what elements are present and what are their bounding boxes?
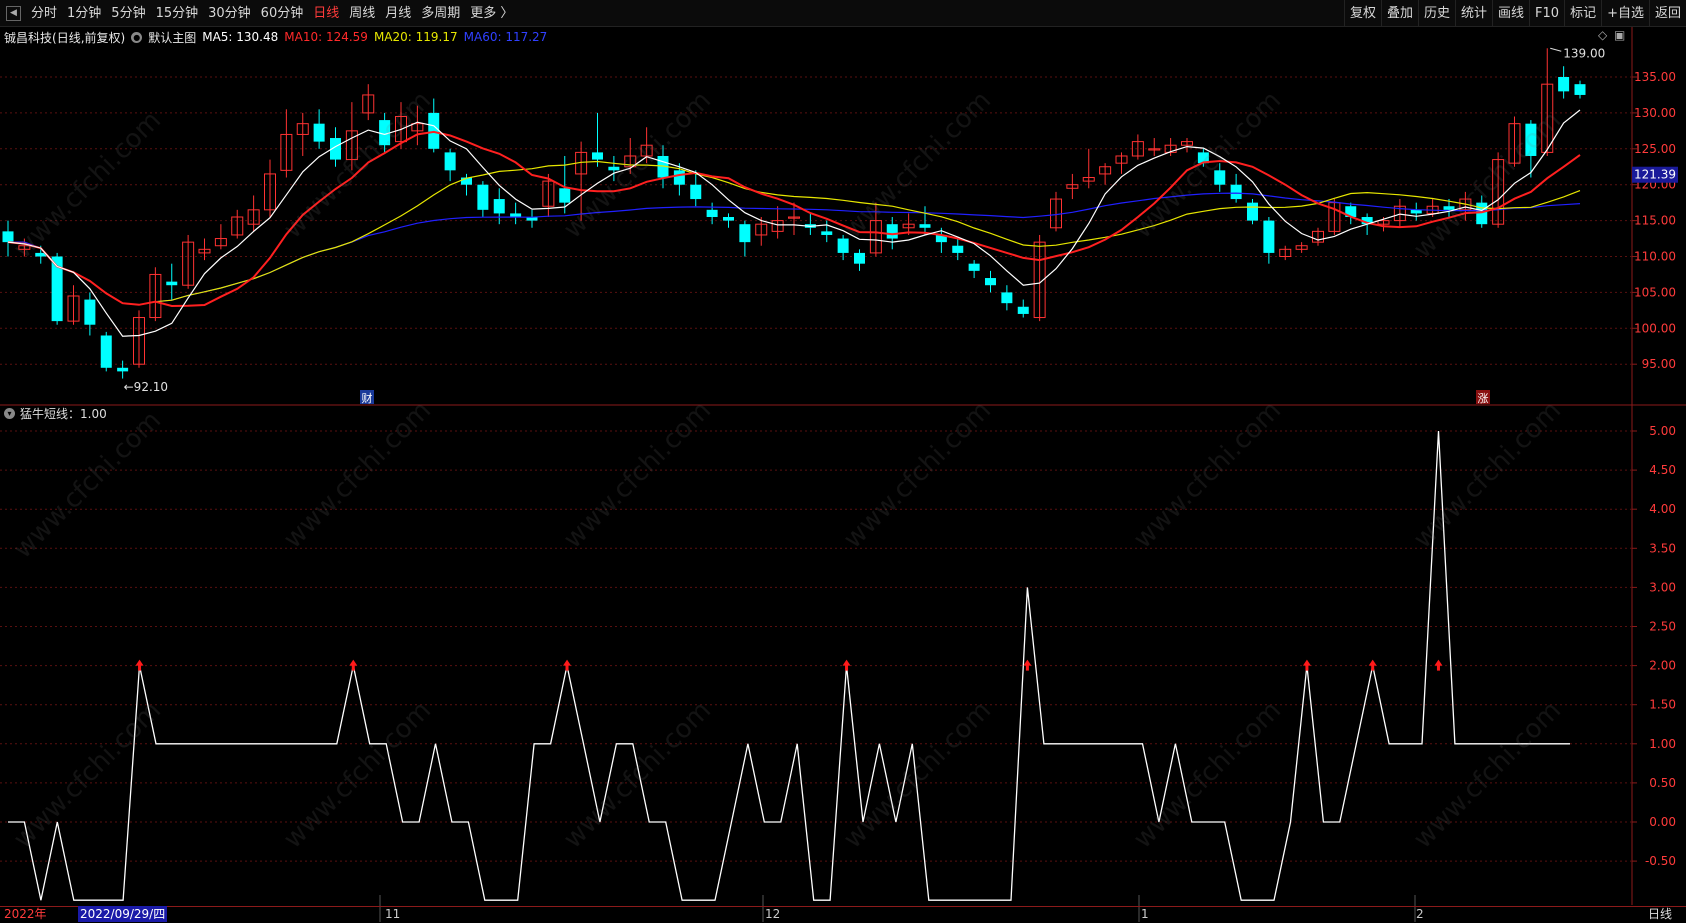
candle-body-down [837,238,849,253]
candle-body-down [1001,292,1013,304]
month-label-2: 2 [1416,907,1424,921]
cursor-date: 2022/09/29/四 [78,906,168,922]
candle-body-down [985,278,996,286]
indicator-tick-label: 3.00 [1649,580,1676,594]
indicator-tick-label: 1.50 [1649,698,1676,712]
signal-up-arrow-icon [1023,659,1032,671]
indicator-tick-label: 0.00 [1649,815,1676,829]
current-price-label: 121.39 [1634,168,1676,182]
candle-body-down [690,184,702,200]
date-axis [0,906,1686,923]
price-tick-label: 95.00 [1642,357,1676,371]
signal-up-arrow-icon [842,659,851,671]
candle-body-down [477,184,489,210]
indicator-tick-label: 2.00 [1649,659,1676,673]
candle-body-down [1214,170,1226,185]
candle-body-down [1247,202,1258,221]
candle-body-down [84,299,96,325]
candle-body-down [428,112,440,149]
price-tick-label: 105.00 [1634,285,1676,299]
candle-body-down [854,252,865,264]
indicator-tick-label: 0.50 [1649,776,1676,790]
candle-body-down [510,213,522,218]
period-label: 日线 [1648,907,1673,921]
candle-body-down [886,224,898,239]
candle-body-down [1525,123,1537,156]
price-tick-label: 135.00 [1634,70,1676,84]
candle-body-down [493,199,505,214]
high-marker-label: 139.00 [1563,46,1605,60]
candle-body-down [968,263,980,271]
signal-up-arrow-icon [1302,659,1311,671]
candle-body-down [919,224,931,228]
finance-marker: 财 [362,391,373,405]
indicator-tick-label: -0.50 [1645,854,1676,868]
candle-body-down [1574,84,1586,95]
signal-up-arrow-icon [1434,659,1443,671]
signal-up-arrow-icon [563,659,572,671]
month-label-1: 1 [1141,907,1149,921]
candle-body-down [100,335,112,368]
indicator-tick-label: 3.50 [1649,541,1676,555]
candle-body-down [313,123,325,142]
indicator-tick-label: 4.00 [1649,502,1676,516]
candle-body-down [952,245,964,253]
price-tick-label: 110.00 [1634,250,1676,264]
signal-up-arrow-icon [135,659,144,671]
candle-body-down [608,166,620,171]
candle-body-down [1017,306,1029,314]
candle-body-down [706,209,718,218]
candle-body-down [2,231,14,243]
low-marker-label: ←92.10 [124,380,168,394]
candle-body-down [739,224,751,243]
signal-up-arrow-icon [349,659,358,671]
high-marker-line [1550,47,1562,52]
price-tick-label: 100.00 [1634,321,1676,335]
indicator-tick-label: 5.00 [1649,424,1676,438]
candle-body-down [166,281,178,286]
year-label: 2022年 [4,907,47,921]
candle-body-down [592,152,603,160]
candle-body-down [559,188,571,203]
candle-body-down [821,231,833,235]
candle-body-down [1558,77,1570,92]
price-tick-label: 125.00 [1634,142,1676,156]
indicator-tick-label: 1.00 [1649,737,1676,751]
price-tick-label: 115.00 [1634,214,1676,228]
indicator-tick-label: 2.50 [1649,620,1676,634]
month-label-11: 11 [385,907,401,921]
candle-body-down [1230,184,1242,200]
price-tick-label: 130.00 [1634,106,1676,120]
chart-canvas[interactable]: 135.00130.00125.00120.00115.00110.00105.… [0,0,1686,922]
candle-body-down [673,170,685,185]
candle-body-down [117,367,129,372]
candle-body-down [723,217,734,221]
candle-body-down [1443,206,1455,210]
indicator-tick-label: 4.50 [1649,463,1676,477]
month-label-12: 12 [765,907,781,921]
signal-up-arrow-icon [1368,659,1377,671]
limit-up-marker: 涨 [1478,392,1489,405]
candle-body-down [444,152,456,171]
candle-body-down [1263,220,1275,253]
